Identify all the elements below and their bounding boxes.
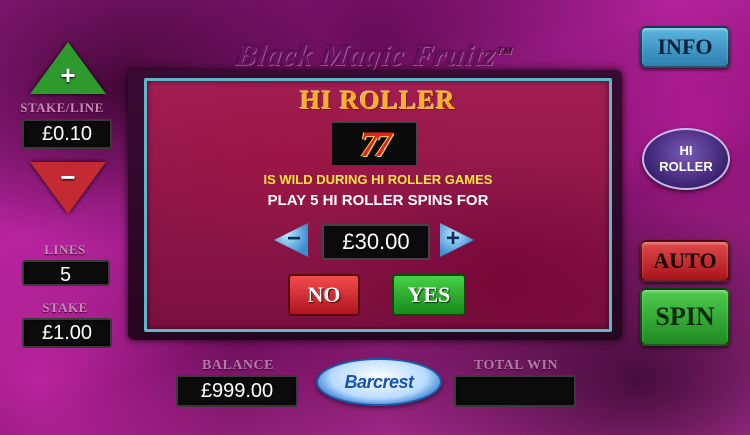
logo-text: Black Magic Fruitz [233,39,499,72]
stake-line-label: STAKE/LINE [20,100,104,115]
hi-roller-button[interactable]: HI ROLLER [642,128,730,190]
hi-roller-button-line2: ROLLER [659,159,713,174]
dialog-title: HI ROLLER [300,86,456,115]
spin-button[interactable]: SPIN [640,288,730,346]
barcrest-logo: Barcrest [316,358,442,406]
lines-value: 5 [22,260,110,286]
balance-value: £999.00 [176,375,298,407]
auto-button[interactable]: AUTO [640,240,730,282]
offer-text: PLAY 5 HI ROLLER SPINS FOR [267,192,489,209]
total-win-value [454,375,576,407]
logo-trademark: TM [495,46,515,57]
price-value: £30.00 [322,224,430,260]
game-logo: Black Magic FruitzTM [197,30,553,74]
plus-icon: + [60,60,76,90]
stake-line-value: £0.10 [22,119,112,149]
stake-value: £1.00 [22,318,112,348]
no-button[interactable]: NO [288,274,360,316]
wild-symbol: 77 [331,122,417,166]
info-button[interactable]: INFO [640,26,730,68]
brand-text: Barcrest [344,371,414,392]
minus-icon: − [60,162,76,192]
lines-label: LINES [44,242,86,257]
stake-label: STAKE [42,300,88,315]
balance-label: BALANCE [202,358,274,373]
yes-button[interactable]: YES [392,274,466,316]
wild-description: IS WILD DURING HI ROLLER GAMES [263,172,493,187]
hi-roller-button-line1: HI [679,143,693,158]
double-seven-icon: 77 [360,124,392,164]
total-win-label: TOTAL WIN [473,358,559,373]
